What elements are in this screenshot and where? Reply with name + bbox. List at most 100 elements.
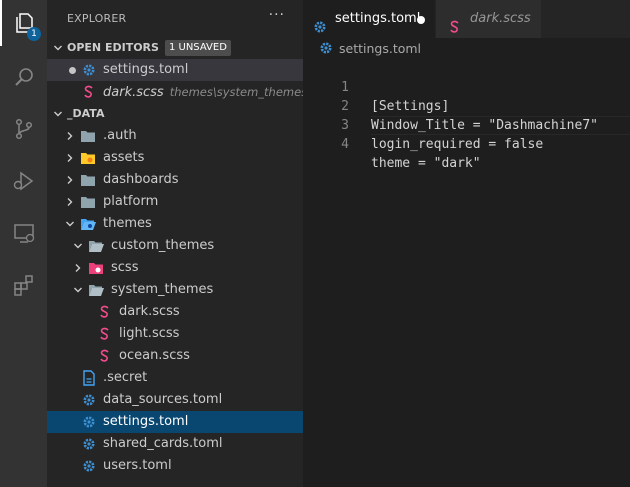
assets-folder-icon — [80, 150, 96, 166]
tree-item-label: settings.toml — [103, 414, 189, 429]
open-editor-path: themes\system_themes — [169, 85, 308, 99]
tree-item-scss[interactable]: scss — [47, 257, 303, 279]
tree-item-label: custom_themes — [111, 238, 215, 253]
tree-item-secret[interactable]: .secret — [47, 367, 303, 389]
code-line[interactable]: 2 Window_Title = "Dashmachine7" — [303, 78, 630, 133]
code-text: login_required = false — [371, 137, 544, 152]
folder-icon — [80, 128, 96, 144]
tree-item-shared-cards-toml[interactable]: shared_cards.toml — [47, 433, 303, 455]
tree-item-label: .secret — [103, 370, 148, 385]
explorer-sidebar: EXPLORER ··· OPEN EDITORS 1 UNSAVED setti… — [47, 0, 307, 487]
tree-item-auth[interactable]: .auth — [47, 125, 303, 147]
source-control-icon[interactable] — [0, 106, 47, 152]
tree-item-assets[interactable]: assets — [47, 147, 303, 169]
folder-icon — [80, 194, 96, 210]
breadcrumb[interactable]: settings.toml — [319, 39, 421, 59]
chevron-right-icon — [63, 169, 77, 191]
open-editors-text: OPEN EDITORS — [67, 41, 159, 54]
folder-section-label: _DATA — [67, 107, 105, 120]
gear-icon — [319, 41, 333, 55]
extensions-icon[interactable] — [0, 262, 47, 308]
tree-item-dashboards[interactable]: dashboards — [47, 169, 303, 191]
run-debug-icon[interactable] — [0, 158, 47, 204]
open-editors-section[interactable]: OPEN EDITORS 1 UNSAVED — [47, 37, 303, 59]
tab-dark-scss[interactable]: dark.scss — [436, 0, 541, 38]
tree-item-light-scss[interactable]: light.scss — [47, 323, 303, 345]
open-editor-label: dark.scss themes\system_themes — [103, 81, 307, 104]
gear-icon — [81, 458, 97, 474]
explorer-badge: 1 — [27, 27, 41, 41]
gear-icon — [81, 414, 97, 430]
remote-explorer-icon[interactable] — [0, 210, 47, 256]
chevron-down-icon — [71, 235, 85, 257]
chevron-down-icon — [63, 213, 77, 235]
tab-label: dark.scss — [470, 11, 531, 26]
tree-item-label: themes — [103, 216, 152, 231]
open-editor-label: settings.toml — [103, 62, 189, 77]
tree-item-label: scss — [111, 260, 139, 275]
scss-icon — [97, 348, 113, 364]
tree-item-settings-toml[interactable]: settings.toml — [47, 411, 303, 433]
code-text: theme = "dark" — [371, 156, 481, 171]
tree-item-users-toml[interactable]: users.toml — [47, 455, 303, 477]
tree-item-themes[interactable]: themes — [47, 213, 303, 235]
gear-icon — [81, 392, 97, 408]
themes-folder-open-icon — [80, 216, 96, 232]
chevron-right-icon — [63, 125, 77, 147]
tab-label: settings.toml — [335, 11, 421, 26]
chevron-right-icon — [71, 257, 85, 279]
tree-item-label: shared_cards.toml — [103, 436, 223, 451]
tree-item-label: light.scss — [119, 326, 180, 341]
tree-item-dark-scss[interactable]: dark.scss — [47, 301, 303, 323]
tree-item-custom-themes[interactable]: custom_themes — [47, 235, 303, 257]
tree-item-system-themes[interactable]: system_themes — [47, 279, 303, 301]
tree-item-ocean-scss[interactable]: ocean.scss — [47, 345, 303, 367]
open-editors-label: OPEN EDITORS 1 UNSAVED — [67, 37, 231, 59]
scss-icon — [81, 84, 97, 100]
code-line[interactable]: 1 [Settings] — [303, 59, 630, 114]
tree-item-label: system_themes — [111, 282, 214, 297]
code-line[interactable]: 3 login_required = false — [303, 97, 630, 152]
file-icon — [81, 370, 97, 386]
folder-icon — [80, 172, 96, 188]
unsaved-badge: 1 UNSAVED — [164, 40, 231, 56]
line-number: 4 — [341, 137, 349, 152]
folder-open-icon — [88, 238, 104, 254]
scss-icon — [448, 12, 462, 33]
search-icon[interactable] — [0, 54, 47, 100]
activity-bar: 1 — [0, 0, 47, 487]
chevron-down-icon — [51, 103, 65, 125]
gear-icon — [81, 62, 97, 78]
folder-section-data[interactable]: _DATA — [47, 103, 303, 125]
tree-item-label: .auth — [103, 128, 137, 143]
open-editor-item-settings[interactable]: settings.toml — [47, 59, 303, 81]
breadcrumb-file: settings.toml — [339, 41, 422, 56]
scss-icon — [97, 304, 113, 320]
tree-item-label: dark.scss — [119, 304, 180, 319]
chevron-right-icon — [63, 147, 77, 169]
gear-icon — [313, 12, 327, 33]
tree-item-label: assets — [103, 150, 145, 165]
gear-icon — [81, 436, 97, 452]
code-line[interactable]: 4 theme = "dark" — [303, 116, 630, 171]
editor-area: settings.toml dark.scss settings.toml 1 … — [303, 0, 630, 487]
tree-item-label: platform — [103, 194, 159, 209]
unsaved-dot-icon — [69, 67, 76, 74]
explorer-title: EXPLORER — [67, 12, 127, 25]
scss-icon — [97, 326, 113, 342]
tree-item-data-sources-toml[interactable]: data_sources.toml — [47, 389, 303, 411]
tab-settings-toml[interactable]: settings.toml — [303, 0, 435, 38]
chevron-right-icon — [63, 191, 77, 213]
tree-item-label: data_sources.toml — [103, 392, 223, 407]
chevron-down-icon — [71, 279, 85, 301]
more-actions-icon[interactable]: ··· — [269, 7, 285, 23]
tree-item-label: ocean.scss — [119, 348, 190, 363]
open-editor-item-dark-scss[interactable]: dark.scss themes\system_themes — [47, 81, 307, 103]
files-icon[interactable]: 1 — [0, 0, 47, 46]
tree-item-platform[interactable]: platform — [47, 191, 303, 213]
sass-folder-icon — [88, 260, 104, 276]
tree-item-label: users.toml — [103, 458, 172, 473]
tree-item-label: dashboards — [103, 172, 179, 187]
unsaved-dot-icon[interactable] — [417, 16, 425, 24]
open-editor-name: dark.scss — [103, 85, 164, 100]
